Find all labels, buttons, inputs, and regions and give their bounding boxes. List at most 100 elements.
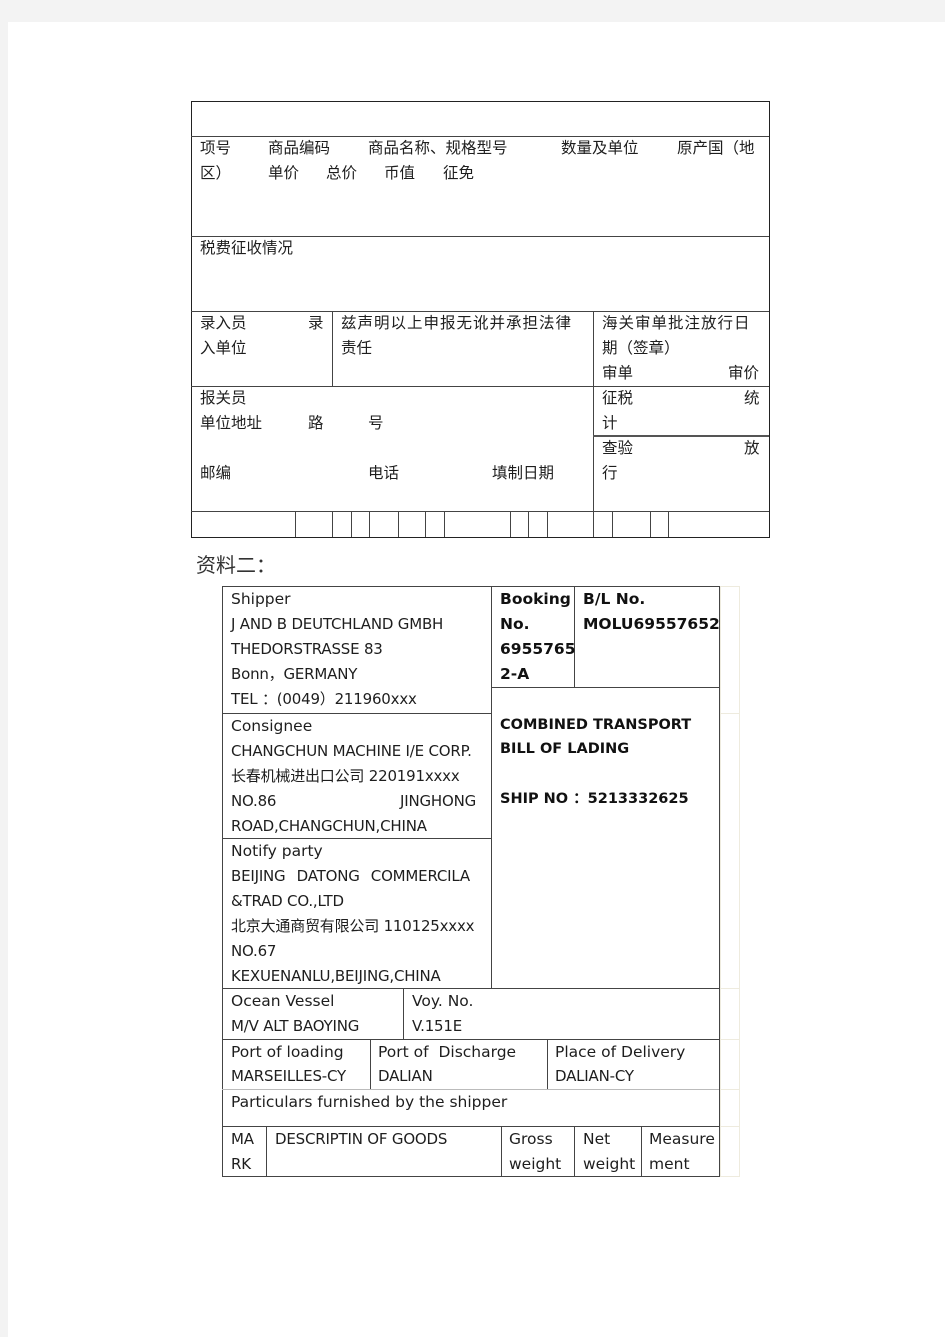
review-price-label: 审价 <box>728 364 760 382</box>
row-divider <box>191 511 769 512</box>
statistics-label-cont: 计 <box>602 414 618 432</box>
shipper-city: Bonn，GERMANY <box>231 665 358 683</box>
ghost-row-line <box>720 1126 739 1127</box>
road-label: 路 <box>308 414 324 432</box>
release-label: 放 <box>744 439 760 457</box>
ghost-column-line <box>739 586 740 1177</box>
ghost-row-line <box>720 988 739 989</box>
right-border <box>719 586 720 1177</box>
grid-cell-divider <box>650 511 651 537</box>
row-divider <box>491 687 719 688</box>
currency-label: 币值 <box>384 164 416 182</box>
consignee-address-number: NO.86 <box>231 792 277 810</box>
inspection-label: 查验 <box>602 439 634 457</box>
entry-unit-label: 录 <box>308 314 324 332</box>
gross-weight-header-cont: weight <box>509 1155 562 1173</box>
section-heading: 资料二： <box>196 553 276 577</box>
ghost-row-line <box>720 1089 739 1090</box>
measurement-header: Measure <box>649 1130 715 1148</box>
col-divider <box>547 1039 548 1089</box>
phone-label: 电话 <box>368 464 400 482</box>
port-of-loading-value: MARSEILLES-CY <box>231 1067 346 1085</box>
ocean-vessel-label: Ocean Vessel <box>231 992 335 1010</box>
consignee-address-street: JINGHONG <box>400 792 477 810</box>
col-divider <box>491 586 492 988</box>
booking-label: Booking <box>500 590 571 608</box>
grid-cell-divider <box>528 511 529 537</box>
grid-cell-divider <box>398 511 399 537</box>
col-divider <box>332 311 333 386</box>
notify-party-name: BEIJING DATONG COMMERCILA <box>231 864 470 889</box>
declaration-statement-cont: 责任 <box>341 339 373 357</box>
entry-unit-label-cont: 入单位 <box>200 339 247 357</box>
release-label-cont: 行 <box>602 464 618 482</box>
grid-cell-divider <box>295 511 296 537</box>
entry-clerk-label: 录入员 <box>200 314 247 332</box>
port-of-discharge-value: DALIAN <box>378 1067 433 1085</box>
grid-cell-divider <box>510 511 511 537</box>
notify-party-label: Notify party <box>231 842 323 860</box>
consignee-address-city: ROAD,CHANGCHUN,CHINA <box>231 817 427 835</box>
measurement-header-cont: ment <box>649 1155 690 1173</box>
origin-country-label-cont: 区） <box>200 164 232 182</box>
col-divider <box>501 1126 502 1176</box>
document-title-cont: BILL OF LADING <box>500 741 630 757</box>
col-divider <box>593 311 594 537</box>
origin-country-label: 原产国（地 <box>677 139 755 157</box>
ghost-row-line <box>720 713 739 714</box>
ship-number: SHIP NO ：5213332625 <box>500 791 689 807</box>
grid-cell-divider <box>332 511 333 537</box>
tax-levy-label: 征税 <box>602 389 634 407</box>
notify-party-name-cont: &TRAD CO.,LTD <box>231 892 344 910</box>
voyage-number-value: V.151E <box>412 1017 463 1035</box>
commodity-code-label: 商品编码 <box>268 139 331 157</box>
particulars-label: Particulars furnished by the shipper <box>231 1093 508 1111</box>
customs-approval-label: 海关审单批注放行日 <box>602 314 751 332</box>
item-no-label: 项号 <box>200 139 232 157</box>
net-weight-header: Net <box>583 1130 611 1148</box>
booking-label-cont: No. <box>500 615 530 633</box>
total-price-label: 总价 <box>326 164 358 182</box>
notify-word: BEIJING <box>231 867 286 885</box>
grid-cell-divider <box>612 511 613 537</box>
grid-cell-divider <box>668 511 669 537</box>
commodity-name-label: 商品名称、规格型号 <box>368 139 508 157</box>
voyage-number-label: Voy. No. <box>412 992 474 1010</box>
col-divider <box>403 988 404 1039</box>
description-header: DESCRIPTIN OF GOODS <box>275 1130 448 1148</box>
bl-number-label: B/L No. <box>583 590 646 608</box>
port-of-loading-label: Port of loading <box>231 1043 344 1061</box>
booking-number: 6955765 <box>500 640 576 658</box>
place-of-delivery-value: DALIAN-CY <box>555 1067 634 1085</box>
bottom-border <box>222 1176 719 1177</box>
col-divider <box>641 1126 642 1176</box>
levy-exemption-label: 征免 <box>443 164 475 182</box>
ghost-row-line <box>720 1039 739 1040</box>
unit-price-label: 单价 <box>268 164 300 182</box>
ghost-row-line <box>720 586 739 587</box>
shipper-label: Shipper <box>231 590 291 608</box>
notify-party-address: KEXUENANLU,BEIJING,CHINA <box>231 967 441 985</box>
col-divider <box>266 1126 267 1176</box>
notify-party-address-number: NO.67 <box>231 942 277 960</box>
shipper-name: J AND B DEUTCHLAND GMBH <box>231 615 444 633</box>
tax-section-label: 税费征收情况 <box>200 239 294 257</box>
grid-cell-divider <box>351 511 352 537</box>
shipper-phone: TEL ：(0049）211960xxx <box>231 690 417 708</box>
consignee-name: CHANGCHUN MACHINE I/E CORP. <box>231 742 472 760</box>
grid-cell-divider <box>425 511 426 537</box>
review-document-label: 审单 <box>602 364 634 382</box>
net-weight-header-cont: weight <box>583 1155 636 1173</box>
row-divider <box>191 386 769 387</box>
shipper-street: THEDORSTRASSE 83 <box>231 640 383 658</box>
notify-party-chinese-name: 北京大通商贸有限公司 110125xxxx <box>231 917 475 935</box>
col-divider <box>574 1126 575 1176</box>
ocean-vessel-value: M/V ALT BAOYING <box>231 1017 360 1035</box>
mark-header-cont: RK <box>231 1155 251 1173</box>
booking-number-cont: 2-A <box>500 665 530 683</box>
bl-number-value: MOLU69557652 <box>583 615 720 633</box>
grid-cell-divider <box>369 511 370 537</box>
notify-word: COMMERCILA <box>370 867 470 885</box>
col-divider <box>370 1039 371 1089</box>
statistics-label: 统 <box>744 389 760 407</box>
